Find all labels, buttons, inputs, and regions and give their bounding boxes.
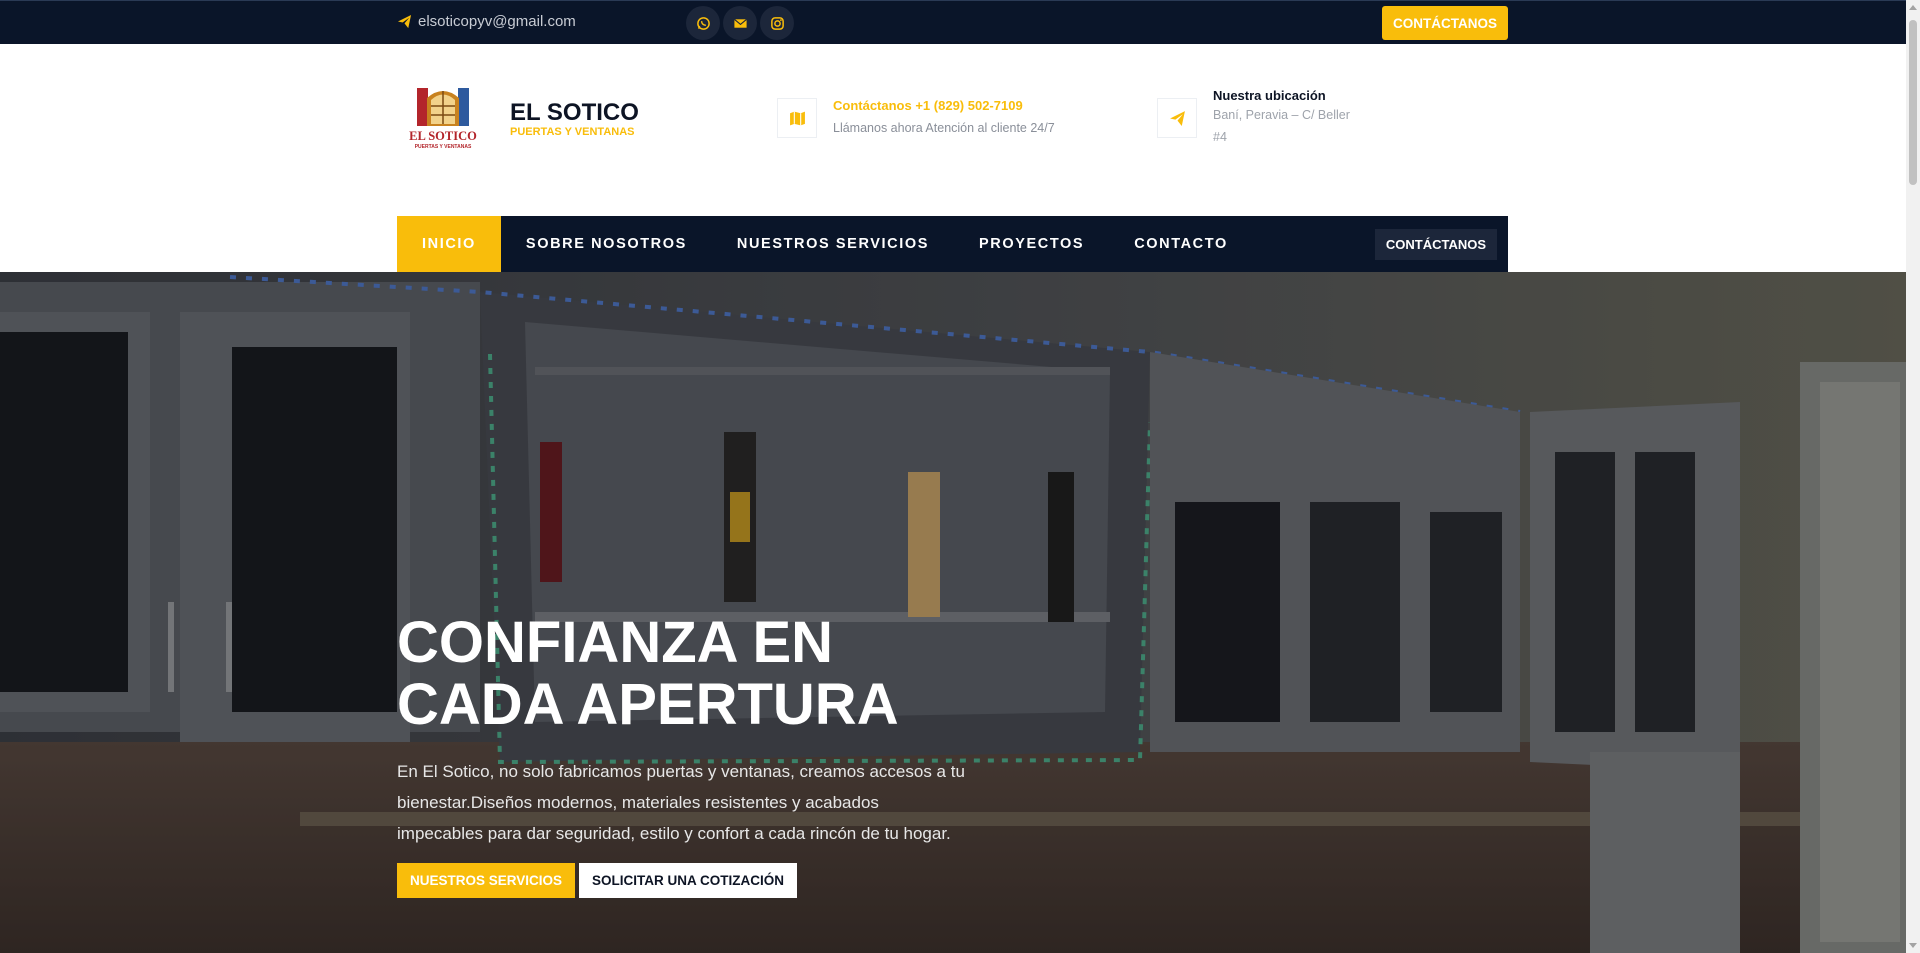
contact-button-top[interactable]: CONTÁCTANOS — [1382, 6, 1508, 40]
paper-plane-icon — [397, 14, 412, 29]
main-nav: INICIO SOBRE NOSOTROS NUESTROS SERVICIOS… — [397, 216, 1508, 272]
brand-logo[interactable]: EL SOTICO PUERTAS Y VENTANAS — [405, 84, 481, 154]
hero-title-line1: CONFIANZA EN — [397, 610, 834, 675]
map-icon-box — [777, 98, 817, 138]
scroll-up-arrow[interactable] — [1909, 5, 1917, 10]
instagram-icon[interactable] — [760, 6, 794, 40]
hero-title: CONFIANZA EN CADA APERTURA — [397, 612, 997, 736]
nav-item-proyectos[interactable]: PROYECTOS — [954, 216, 1109, 272]
contact-button-nav[interactable]: CONTÁCTANOS — [1374, 229, 1497, 260]
hero-description: En El Sotico, no solo fabricamos puertas… — [397, 762, 965, 843]
scroll-down-arrow[interactable] — [1909, 943, 1917, 948]
location-address: Baní, Peravia – C/ Beller #4 — [1213, 108, 1350, 144]
svg-text:EL SOTICO: EL SOTICO — [409, 129, 477, 143]
brand-name: EL SOTICO — [510, 99, 639, 126]
brand-text[interactable]: EL SOTICO PUERTAS Y VENTANAS — [510, 99, 639, 139]
nav-item-sobre-nosotros[interactable]: SOBRE NOSOTROS — [501, 216, 712, 272]
page-scrollbar[interactable] — [1906, 0, 1920, 953]
phone-title[interactable]: Contáctanos +1 (829) 502-7109 — [833, 98, 1055, 114]
brand-tagline: PUERTAS Y VENTANAS — [510, 126, 635, 138]
phone-subtitle: Llámanos ahora Atención al cliente 24/7 — [833, 121, 1055, 135]
hero-content: CONFIANZA EN CADA APERTURA En El Sotico,… — [397, 612, 997, 898]
whatsapp-icon[interactable] — [686, 6, 720, 40]
services-button[interactable]: NUESTROS SERVICIOS — [397, 863, 576, 898]
nav-item-nuestros-servicios[interactable]: NUESTROS SERVICIOS — [712, 216, 954, 272]
nav-item-contacto[interactable]: CONTACTO — [1109, 216, 1253, 272]
quote-button[interactable]: SOLICITAR UNA COTIZACIÓN — [579, 863, 798, 898]
paper-plane-icon-box — [1157, 98, 1197, 138]
hero-title-line2: CADA APERTURA — [397, 672, 899, 737]
location-title: Nuestra ubicación — [1213, 88, 1326, 103]
envelope-icon[interactable] — [723, 6, 757, 40]
location-info: Nuestra ubicación Baní, Peravia – C/ Bel… — [1157, 88, 1353, 148]
paper-plane-icon — [1169, 110, 1185, 126]
email-link[interactable]: elsoticopyv@gmail.com — [397, 13, 576, 30]
social-links — [686, 6, 794, 40]
svg-text:PUERTAS Y VENTANAS: PUERTAS Y VENTANAS — [415, 144, 472, 150]
email-text: elsoticopyv@gmail.com — [418, 13, 576, 30]
scrollbar-thumb[interactable] — [1909, 20, 1917, 185]
phone-info: Contáctanos +1 (829) 502-7109 Llámanos a… — [777, 98, 1055, 138]
top-bar: elsoticopyv@gmail.com CONTÁCTANOS — [0, 0, 1906, 44]
map-icon — [789, 111, 805, 125]
nav-item-inicio[interactable]: INICIO — [397, 216, 501, 272]
hero-section: CONFIANZA EN CADA APERTURA En El Sotico,… — [0, 272, 1906, 953]
